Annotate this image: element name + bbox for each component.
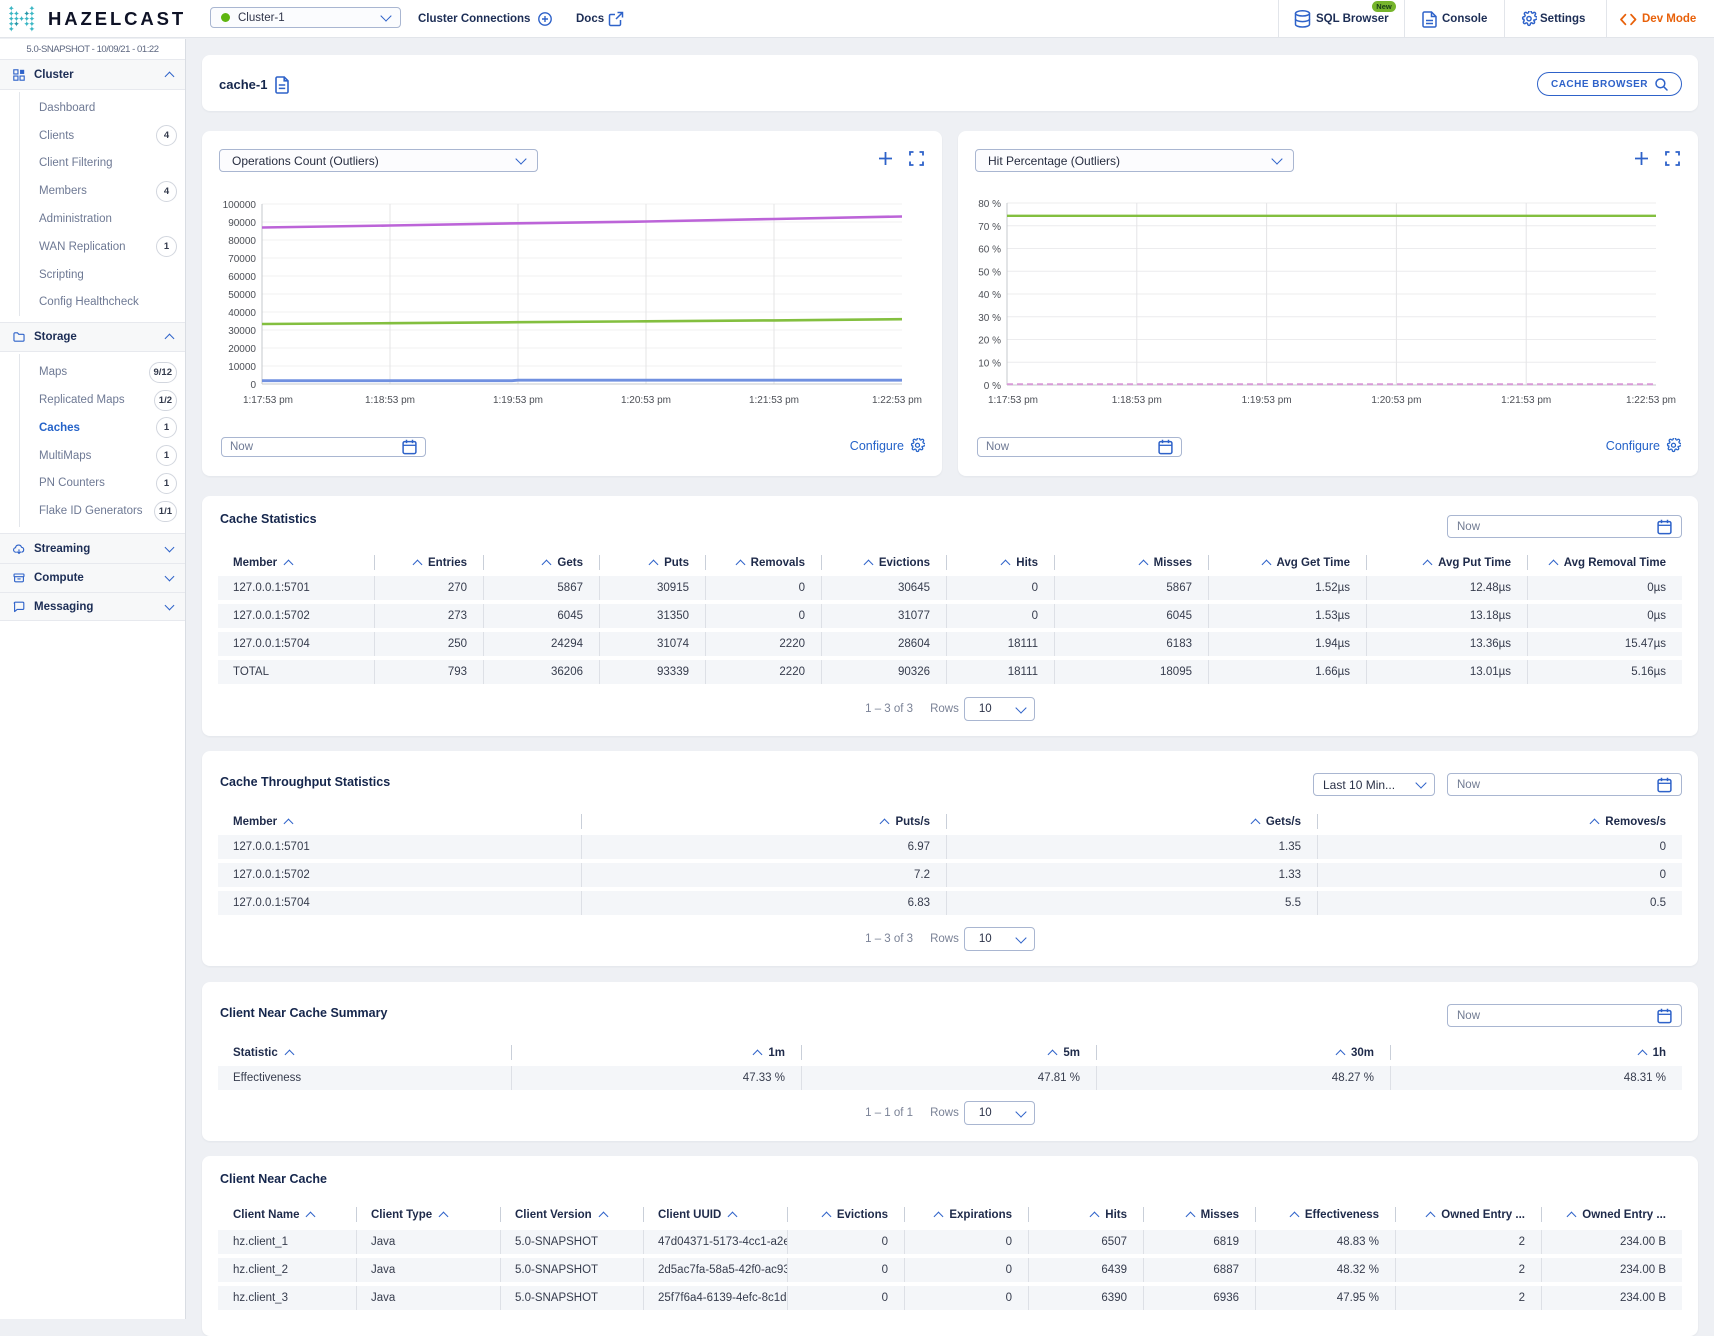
svg-text:70 %: 70 % [978,222,1001,233]
svg-text:30000: 30000 [228,326,256,337]
svg-text:30 %: 30 % [978,313,1001,324]
svg-text:10 %: 10 % [978,358,1001,369]
svg-text:40000: 40000 [228,308,256,319]
svg-text:20000: 20000 [228,344,256,355]
svg-text:1:18:53 pm: 1:18:53 pm [365,395,415,406]
svg-text:1:22:53 pm: 1:22:53 pm [872,395,922,406]
svg-text:0 %: 0 % [984,381,1001,392]
svg-text:1:17:53 pm: 1:17:53 pm [243,395,293,406]
svg-text:1:20:53 pm: 1:20:53 pm [1371,395,1421,406]
svg-text:1:19:53 pm: 1:19:53 pm [493,395,543,406]
svg-text:50000: 50000 [228,290,256,301]
svg-text:1:18:53 pm: 1:18:53 pm [1112,395,1162,406]
svg-text:70000: 70000 [228,254,256,265]
svg-text:10000: 10000 [228,362,256,373]
svg-text:1:20:53 pm: 1:20:53 pm [621,395,671,406]
svg-text:60000: 60000 [228,272,256,283]
svg-text:60 %: 60 % [978,245,1001,256]
svg-text:1:19:53 pm: 1:19:53 pm [1242,395,1292,406]
svg-text:40 %: 40 % [978,290,1001,301]
svg-text:1:21:53 pm: 1:21:53 pm [749,395,799,406]
svg-text:20 %: 20 % [978,336,1001,347]
svg-text:90000: 90000 [228,218,256,229]
svg-text:50 %: 50 % [978,267,1001,278]
svg-text:1:22:53 pm: 1:22:53 pm [1626,395,1676,406]
svg-text:80000: 80000 [228,236,256,247]
svg-text:1:21:53 pm: 1:21:53 pm [1501,395,1551,406]
svg-text:1:17:53 pm: 1:17:53 pm [988,395,1038,406]
svg-text:100000: 100000 [223,200,257,211]
svg-text:0: 0 [250,380,256,391]
svg-text:80 %: 80 % [978,199,1001,210]
